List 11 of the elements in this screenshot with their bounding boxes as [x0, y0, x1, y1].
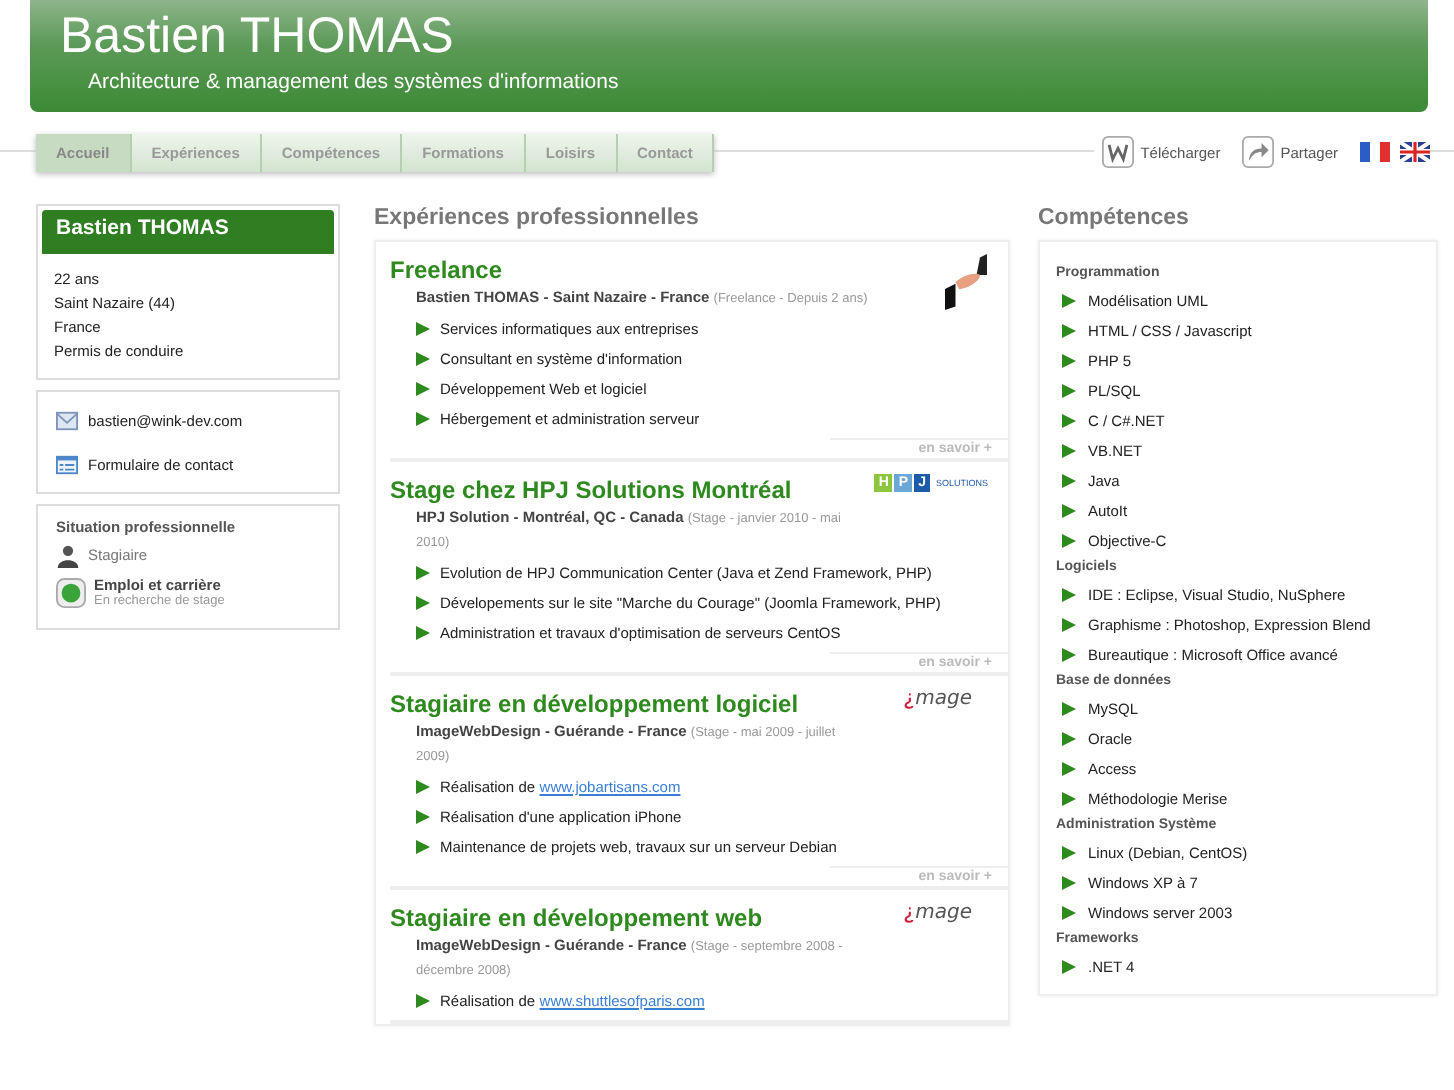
section-title: Expériences professionnelles: [374, 204, 701, 232]
site-subtitle: Architecture & management des systèmes d'informations: [86, 70, 621, 94]
experience-title: Stagiaire en développement web: [390, 902, 763, 934]
section-title: Compétences: [1038, 204, 1191, 232]
experience-title: Stagiaire en développement logiciel: [390, 688, 799, 720]
company-logo: mage: [903, 902, 972, 924]
experience-title: Stage chez HPJ Solutions Montréal: [390, 474, 792, 506]
experience-title: Freelance: [390, 254, 503, 286]
company-logo: mage: [903, 688, 972, 710]
site-title: Bastien THOMAS: [60, 6, 456, 66]
profile-name: Bastien THOMAS: [42, 210, 334, 254]
